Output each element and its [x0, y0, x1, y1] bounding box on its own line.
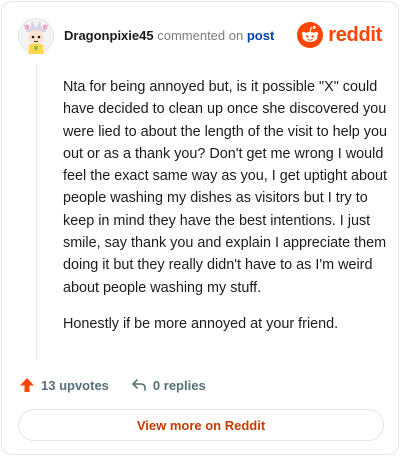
view-more-on-reddit-button[interactable]: View more on Reddit — [18, 409, 384, 441]
reddit-snoo-icon — [297, 22, 324, 48]
replies-button[interactable]: 0 replies — [131, 377, 206, 393]
thread-line — [36, 64, 37, 360]
comment-meta: Dragonpixie45 commented on post — [64, 28, 274, 43]
comment-paragraph: Honestly if be more annoyed at your frie… — [63, 315, 339, 332]
comment-paragraph: Nta for being annoyed but, is it possibl… — [63, 79, 388, 296]
upvote-button[interactable]: 13 upvotes — [19, 377, 109, 393]
author-username[interactable]: Dragonpixie45 — [64, 28, 154, 43]
avatar-image — [18, 18, 54, 54]
reply-count: 0 replies — [152, 377, 206, 393]
upvote-arrow-icon — [20, 378, 34, 392]
upvote-count: 13 upvotes — [41, 377, 109, 393]
comment-header: Dragonpixie45 commented on post reddit — [18, 16, 382, 56]
comment-actions: 13 upvotes 0 replies — [19, 374, 206, 396]
reddit-wordmark: reddit — [328, 23, 382, 46]
commented-on-text: commented on — [157, 28, 244, 43]
reply-arrow-icon — [132, 379, 146, 391]
post-link[interactable]: post — [247, 28, 274, 43]
comment-body: Nta for being annoyed but, is it possibl… — [63, 76, 387, 335]
embedded-comment-card: Dragonpixie45 commented on post reddit N… — [1, 1, 399, 455]
user-avatar[interactable] — [18, 18, 54, 54]
reddit-logo[interactable]: reddit — [297, 20, 382, 50]
